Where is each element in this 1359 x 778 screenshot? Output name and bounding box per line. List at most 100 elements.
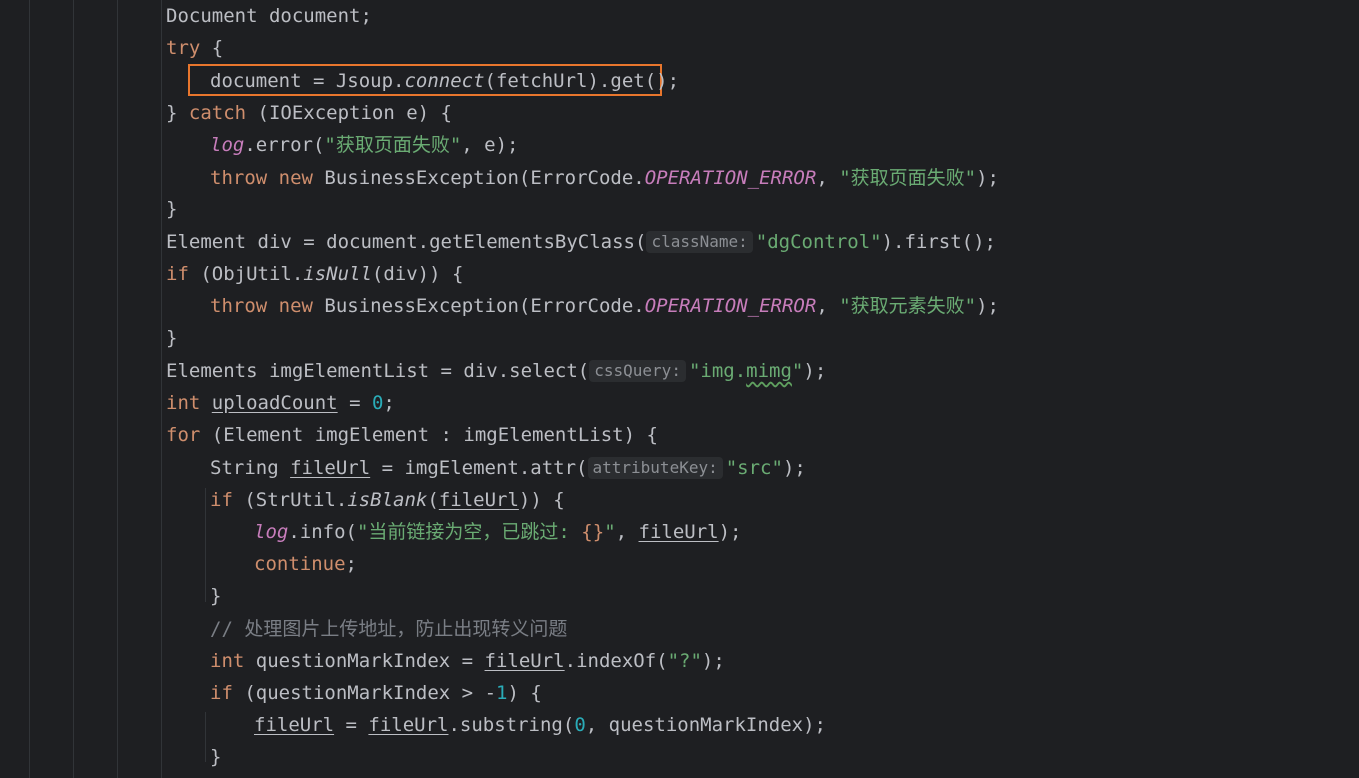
code-token: , e); <box>461 134 519 156</box>
code-token: log <box>254 521 289 543</box>
code-token: 0 <box>574 714 586 736</box>
code-line: } <box>210 580 221 612</box>
code-token: } <box>210 746 222 768</box>
code-token: ( <box>427 489 439 511</box>
code-token: (IOException e) { <box>246 102 452 124</box>
code-token: ); <box>782 457 806 479</box>
code-line: int questionMarkIndex = fileUrl.indexOf(… <box>210 645 725 677</box>
code-token: (questionMarkIndex > <box>232 682 485 704</box>
code-token: )) { <box>518 489 565 511</box>
code-token: for <box>166 424 201 446</box>
indent-guide <box>73 0 74 778</box>
code-token: OPERATION_ERROR <box>644 167 817 189</box>
code-token: (Element imgElement : imgElementList) { <box>200 424 658 446</box>
code-token: isBlank <box>347 489 428 511</box>
code-token: questionMarkIndex = <box>244 650 485 672</box>
code-token: if <box>210 489 233 511</box>
code-token: ); <box>976 295 999 317</box>
code-token: ; <box>345 553 357 575</box>
code-token: , <box>615 521 639 543</box>
code-line: Element div = document.getElementsByClas… <box>166 226 996 258</box>
code-token: int <box>210 650 245 672</box>
code-token: } <box>166 198 178 220</box>
code-token: OPERATION_ERROR <box>644 295 817 317</box>
code-line: fileUrl = fileUrl.substring(0, questionM… <box>254 709 826 741</box>
code-token: try <box>166 37 201 59</box>
code-line: throw new BusinessException(ErrorCode.OP… <box>210 290 999 322</box>
code-token: (ObjUtil. <box>188 263 304 285</box>
code-token: fileUrl <box>638 521 719 543</box>
code-token: = <box>334 714 369 736</box>
code-token: "?" <box>667 650 702 672</box>
code-token: .substring( <box>448 714 575 736</box>
code-token: ); <box>718 521 742 543</box>
code-line: Elements imgElementList = div.select(css… <box>166 355 826 387</box>
indent-guide <box>205 712 206 762</box>
code-token: "dgControl" <box>755 231 882 253</box>
code-token: ); <box>803 360 827 382</box>
code-token: "当前链接为空，已跳过: <box>356 521 582 543</box>
code-token: fileUrl <box>438 489 519 511</box>
code-token: if <box>166 263 189 285</box>
code-token: ; <box>383 392 395 414</box>
code-line: throw new BusinessException(ErrorCode.OP… <box>210 162 999 194</box>
code-line: log.info("当前链接为空，已跳过: {}", fileUrl); <box>254 516 742 548</box>
code-line: for (Element imgElement : imgElementList… <box>166 419 658 451</box>
code-token: BusinessException(ErrorCode. <box>312 295 645 317</box>
code-token: new <box>278 295 313 317</box>
code-token: catch <box>188 102 247 124</box>
code-token: "src" <box>725 457 783 479</box>
code-token: int <box>166 392 201 414</box>
code-line: document = Jsoup.connect(fetchUrl).get()… <box>210 65 679 97</box>
code-token: = <box>337 392 372 414</box>
code-token: connect <box>404 70 485 92</box>
typo-warning: mimg <box>746 360 792 382</box>
code-token: document = Jsoup. <box>210 70 405 92</box>
code-line: } <box>210 741 221 773</box>
indent-guide <box>29 0 30 778</box>
code-line: if (questionMarkIndex > -1) { <box>210 677 542 709</box>
code-token: .error( <box>244 134 325 156</box>
code-token: ).first(); <box>881 231 996 253</box>
code-line: String fileUrl = imgElement.attr(attribu… <box>210 452 806 484</box>
code-line: // 处理图片上传地址，防止出现转义问题 <box>210 613 567 645</box>
code-token: Document <box>166 5 258 27</box>
code-line: Document document; <box>166 0 372 32</box>
code-comment: // 处理图片上传地址，防止出现转义问题 <box>210 618 568 640</box>
code-token: "获取页面失败" <box>839 167 977 189</box>
code-token: throw <box>210 167 268 189</box>
code-token: ); <box>701 650 725 672</box>
code-line: try { <box>166 32 223 64</box>
code-token: (StrUtil. <box>232 489 348 511</box>
code-token: uploadCount <box>211 392 338 414</box>
code-token: document; <box>268 5 372 27</box>
code-editor[interactable]: Document document; try { document = Jsou… <box>0 0 1359 778</box>
parameter-hint: cssQuery: <box>589 360 686 382</box>
code-token: new <box>278 167 313 189</box>
code-token: } <box>166 327 178 349</box>
code-token: 0 <box>371 392 384 414</box>
code-token: .info( <box>288 521 357 543</box>
code-token: " <box>604 521 616 543</box>
code-line: continue; <box>254 548 357 580</box>
code-token: "img. <box>688 360 747 382</box>
code-token: fileUrl <box>290 457 371 479</box>
code-token: ) { <box>507 682 542 704</box>
code-token: throw <box>210 295 268 317</box>
code-token: continue <box>254 553 346 575</box>
code-line: if (ObjUtil.isNull(div)) { <box>166 258 463 290</box>
code-token: , <box>816 167 840 189</box>
code-line: } catch (IOException e) { <box>166 97 452 129</box>
code-token: BusinessException(ErrorCode. <box>312 167 645 189</box>
code-token: .indexOf( <box>564 650 668 672</box>
code-token: } <box>210 585 222 607</box>
code-token: } <box>166 102 189 124</box>
code-token: fileUrl <box>368 714 449 736</box>
indent-guide <box>117 0 118 778</box>
code-token: 1 <box>496 682 508 704</box>
code-token: (div)) { <box>371 263 464 285</box>
code-line: if (StrUtil.isBlank(fileUrl)) { <box>210 484 565 516</box>
code-token: " <box>791 360 804 382</box>
code-token: , questionMarkIndex); <box>585 714 826 736</box>
code-token: { <box>200 37 224 59</box>
